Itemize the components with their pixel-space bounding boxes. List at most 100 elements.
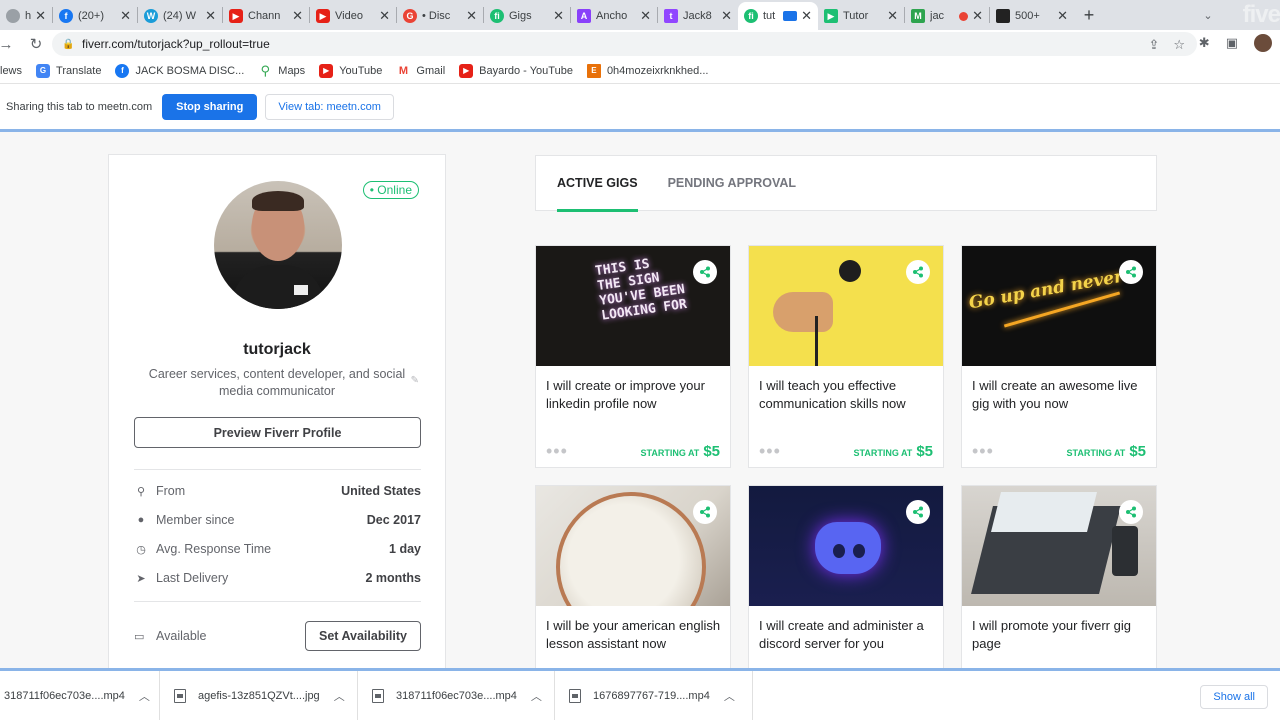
bookmark-maps[interactable]: ⚲ Maps [258,63,306,78]
chevron-up-icon[interactable]: ︿ [334,688,345,704]
more-options-icon[interactable]: ••• [546,442,568,460]
bookmark-youtube[interactable]: ▶ YouTube [319,63,382,78]
view-tab-button[interactable]: View tab: meetn.com [265,94,394,120]
gig-card[interactable]: Go up and never I will create an awesome… [961,245,1157,468]
m-app-icon: M [911,9,925,23]
set-availability-button[interactable]: Set Availability [305,621,421,651]
gig-title[interactable]: I will create an awesome live gig with y… [972,377,1150,413]
tab-active-gigs[interactable]: ACTIVE GIGS [557,155,638,212]
browser-tab-2[interactable]: W (24) W ✕ [138,2,222,30]
close-icon[interactable]: ✕ [120,8,131,24]
close-icon[interactable]: ✕ [721,8,732,24]
bookmark-news[interactable]: lews [0,65,22,77]
close-icon[interactable]: ✕ [801,8,812,24]
share-icon[interactable] [693,500,717,524]
browser-tab-12[interactable]: 500+ ✕ [990,2,1074,30]
forward-icon[interactable]: → [0,36,18,53]
gig-title[interactable]: I will be your american english lesson a… [546,617,724,653]
translate-icon: G [36,63,51,78]
share-icon[interactable] [693,260,717,284]
browser-tab-9-active[interactable]: fi tut ✕ [738,2,818,30]
share-icon[interactable] [906,500,930,524]
gig-card[interactable]: I will be your american english lesson a… [535,485,731,668]
gig-card[interactable]: I will promote your fiverr gig page [961,485,1157,668]
gig-title[interactable]: I will create and administer a discord s… [759,617,937,653]
browser-tab-7[interactable]: A Ancho ✕ [571,2,657,30]
download-item[interactable]: agefis-13z851QZVt....jpg ︿ [160,671,358,720]
bookmark-translate[interactable]: G Translate [36,63,101,78]
chevron-up-icon[interactable]: ︿ [531,688,542,704]
download-filename: 318711f06ec703e....mp4 [396,689,517,702]
gig-tabs: ACTIVE GIGS PENDING APPROVAL [535,155,1157,212]
bookmark-star-icon[interactable]: ☆ [1173,37,1185,53]
show-all-downloads-button[interactable]: Show all [1200,685,1268,709]
extensions-icon[interactable]: ✱ [1199,35,1210,51]
browser-tab-4[interactable]: ▶ Video ✕ [310,2,396,30]
youtube-icon: ▶ [316,9,330,23]
stat-from: ⚲ From United States [134,482,421,500]
file-video-icon [372,688,384,703]
gig-card[interactable]: I will create and administer a discord s… [748,485,944,668]
edit-pencil-icon[interactable]: ✎ [411,375,419,386]
bookmark-link[interactable]: E 0h4mozeixrknkhed... [586,63,708,78]
close-icon[interactable]: ✕ [887,8,898,24]
close-icon[interactable]: ✕ [640,8,651,24]
tab-search-icon[interactable]: ⌄ [1203,9,1212,22]
download-item[interactable]: 318711f06ec703e....mp4 ︿ [358,671,555,720]
side-panel-icon[interactable]: ▣ [1226,35,1238,51]
browser-tab-3[interactable]: ▶ Chann ✕ [223,2,309,30]
address-bar[interactable]: 🔒 fiverr.com/tutorjack?up_rollout=true ⇪… [52,32,1197,56]
youtube-icon: ▶ [319,63,334,78]
share-icon[interactable] [1119,500,1143,524]
browser-tab-8[interactable]: t Jack8 ✕ [658,2,738,30]
gig-title[interactable]: I will promote your fiverr gig page [972,617,1150,653]
download-item[interactable]: 1676897767-719....mp4 ︿ [555,671,753,720]
reload-icon[interactable]: ↻ [24,35,48,53]
close-icon[interactable]: ✕ [466,8,477,24]
close-icon[interactable]: ✕ [205,8,216,24]
bookmark-gmail[interactable]: M Gmail [396,64,445,78]
browser-tab-1[interactable]: f (20+) ✕ [53,2,137,30]
downloads-bar: 318711f06ec703e....mp4 ︿ agefis-13z851QZ… [0,668,1280,720]
share-icon[interactable] [906,260,930,284]
bookmark-facebook[interactable]: f JACK BOSMA DISC... [115,63,244,78]
close-icon[interactable]: ✕ [292,8,303,24]
close-icon[interactable]: ✕ [379,8,390,24]
close-icon[interactable]: ✕ [35,8,46,24]
bookmark-bayardo-youtube[interactable]: ▶ Bayardo - YouTube [459,63,573,78]
profile-photo[interactable] [214,181,342,309]
brand-corner: five [1242,1,1280,28]
browser-tab-6[interactable]: fi Gigs ✕ [484,2,570,30]
share-icon[interactable] [1119,260,1143,284]
gig-title[interactable]: I will teach you effective communication… [759,377,937,413]
fiverr-icon: fi [744,9,758,23]
profile-avatar-icon[interactable] [1254,34,1272,52]
chevron-up-icon[interactable]: ︿ [724,688,735,704]
download-item[interactable]: 318711f06ec703e....mp4 ︿ [0,671,160,720]
google-icon: G [403,9,417,23]
gmail-icon: M [398,64,408,77]
close-icon[interactable]: ✕ [553,8,564,24]
chevron-up-icon[interactable]: ︿ [139,688,150,704]
fiverr-icon: fi [490,9,504,23]
gig-card[interactable]: THIS IS THE SIGN YOU'VE BEEN LOOKING FOR… [535,245,731,468]
browser-tab-5[interactable]: G • Disc ✕ [397,2,483,30]
more-options-icon[interactable]: ••• [972,442,994,460]
more-options-icon[interactable]: ••• [759,442,781,460]
close-icon[interactable]: ✕ [972,8,983,24]
globe-icon [6,9,20,23]
preview-profile-button[interactable]: Preview Fiverr Profile [134,417,421,448]
youtube-icon: ▶ [229,9,243,23]
browser-tab-11[interactable]: Mjac ✕ [905,2,989,30]
stop-sharing-button[interactable]: Stop sharing [162,94,258,120]
close-icon[interactable]: ✕ [1057,8,1068,24]
browser-tab-10[interactable]: ▶ Tutor ✕ [818,2,904,30]
browser-tab-0[interactable]: https:/✕ [0,2,52,30]
share-page-icon[interactable]: ⇪ [1148,37,1159,53]
gig-card[interactable]: I will teach you effective communication… [748,245,944,468]
calendar-icon: ▭ [134,630,145,643]
new-tab-button[interactable]: + [1074,5,1104,26]
tab-pending-approval[interactable]: PENDING APPROVAL [668,155,797,211]
file-video-icon [569,688,581,703]
gig-title[interactable]: I will create or improve your linkedin p… [546,377,724,413]
